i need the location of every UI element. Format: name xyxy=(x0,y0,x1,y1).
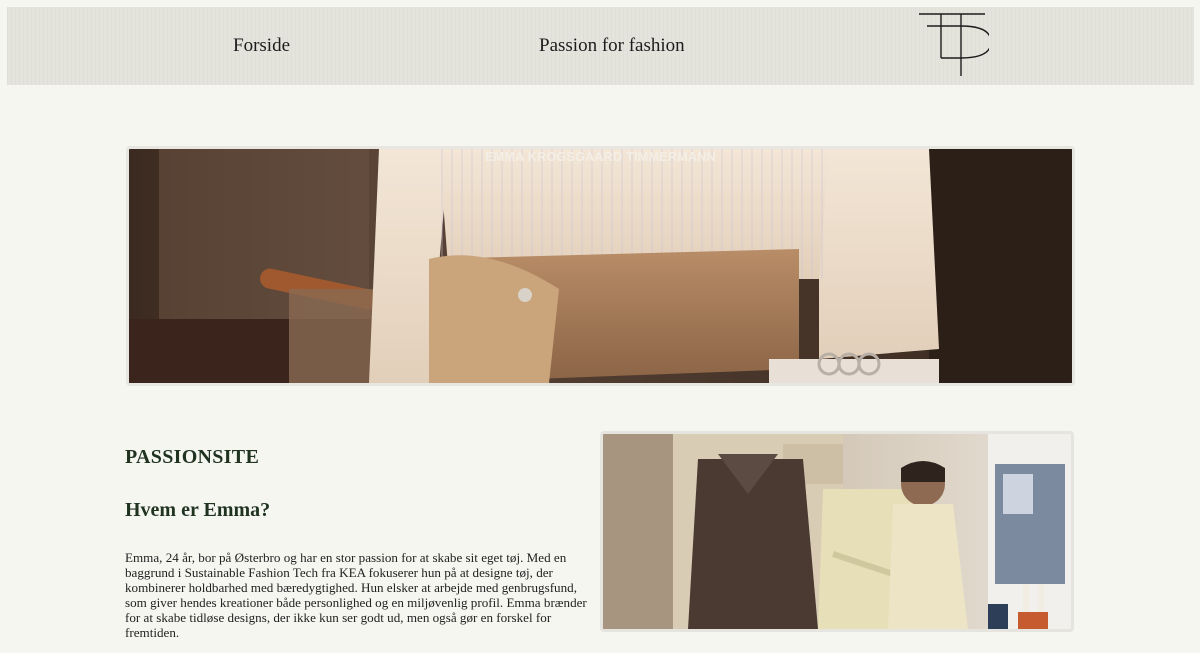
portrait-image xyxy=(600,431,1074,632)
fp-monogram-logo[interactable] xyxy=(919,12,989,80)
nav-passion-link[interactable]: Passion for fashion xyxy=(539,35,685,57)
hero-caption: EMMA KROGSGAARD TIMMERMANN xyxy=(485,150,716,164)
hero-image: EMMA KROGSGAARD TIMMERMANN xyxy=(126,146,1075,386)
nav-home-link[interactable]: Forside xyxy=(233,35,290,57)
site-label: PASSIONSITE xyxy=(125,446,260,468)
about-bio: Emma, 24 år, bor på Østerbro og har en s… xyxy=(125,550,587,640)
photo-emma-with-garments xyxy=(603,434,1071,629)
about-heading: Hvem er Emma? xyxy=(125,499,271,521)
site-header: Forside Passion for fashion xyxy=(7,7,1194,85)
photo-belt-shirt xyxy=(129,149,1072,383)
